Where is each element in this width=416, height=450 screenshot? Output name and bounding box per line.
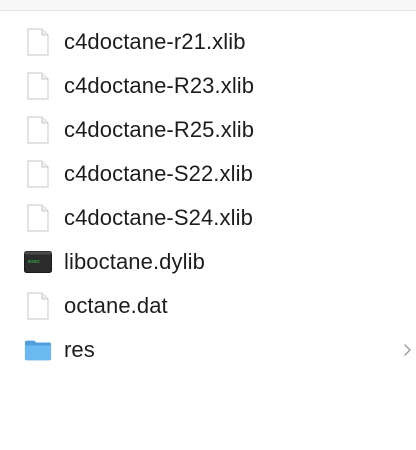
file-name: c4doctane-r21.xlib — [64, 29, 246, 54]
list-item-c4doctane-r23[interactable]: c4doctane-R23.xlib — [0, 64, 416, 108]
folder-icon — [24, 336, 52, 364]
file-name: liboctane.dylib — [64, 249, 205, 274]
document-icon — [24, 72, 52, 100]
document-icon — [24, 116, 52, 144]
file-name: c4doctane-R23.xlib — [64, 73, 255, 98]
list-item-c4doctane-r21[interactable]: c4doctane-r21.xlib — [0, 20, 416, 64]
list-item-c4doctane-s22[interactable]: c4doctane-S22.xlib — [0, 152, 416, 196]
list-item-octane-dat[interactable]: octane.dat — [0, 284, 416, 328]
document-icon — [24, 292, 52, 320]
list-item-c4doctane-s24[interactable]: c4doctane-S24.xlib — [0, 196, 416, 240]
list-item-res-folder[interactable]: res — [0, 328, 416, 372]
file-name: res — [64, 337, 95, 362]
list-item-liboctane[interactable]: exec liboctane.dylib — [0, 240, 416, 284]
file-name: c4doctane-R25.xlib — [64, 117, 255, 142]
list-item-c4doctane-r25[interactable]: c4doctane-R25.xlib — [0, 108, 416, 152]
file-name: c4doctane-S24.xlib — [64, 205, 253, 230]
file-name: c4doctane-S22.xlib — [64, 161, 253, 186]
document-icon — [24, 160, 52, 188]
terminal-exec-icon: exec — [24, 248, 52, 276]
file-name: octane.dat — [64, 293, 168, 318]
document-icon — [24, 28, 52, 56]
file-list: c4doctane-r21.xlib c4doctane-R23.xlib c4… — [0, 20, 416, 372]
svg-text:exec: exec — [28, 259, 40, 265]
top-divider — [0, 0, 416, 11]
chevron-right-icon[interactable] — [402, 343, 412, 357]
document-icon — [24, 204, 52, 232]
